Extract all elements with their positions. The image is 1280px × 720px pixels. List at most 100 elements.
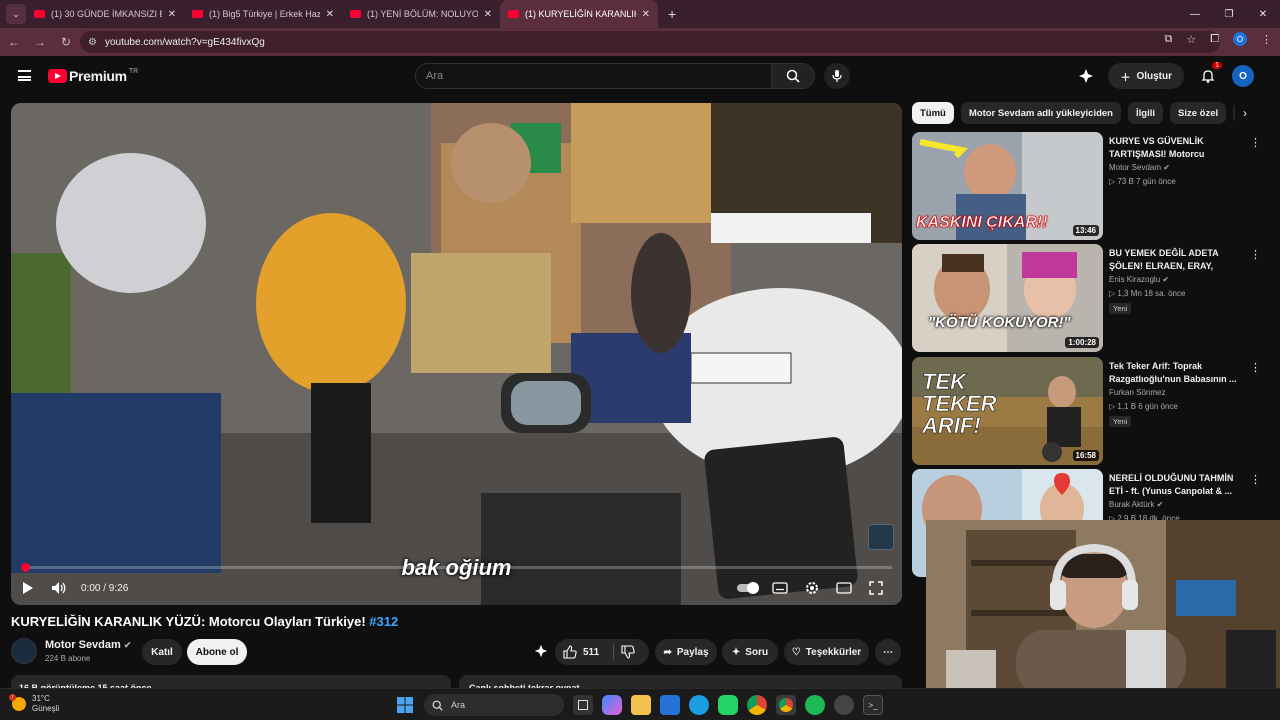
- spotify-icon[interactable]: [805, 695, 825, 715]
- voice-search-button[interactable]: [824, 63, 850, 89]
- site-info-icon[interactable]: ⚙: [88, 37, 97, 48]
- cast-icon[interactable]: ⧉: [1164, 33, 1172, 46]
- recommendation-channel[interactable]: Motor Sevdam ✔: [1109, 163, 1170, 172]
- scrubber-knob[interactable]: [21, 563, 30, 572]
- more-vertical-icon[interactable]: ⋮: [1250, 248, 1261, 261]
- video-hashtag[interactable]: #312: [369, 614, 398, 629]
- logo-country-code: TR: [128, 67, 139, 75]
- like-button[interactable]: 511: [563, 645, 599, 659]
- profile-avatar[interactable]: O: [1233, 32, 1247, 46]
- more-actions-button[interactable]: ⋯: [875, 639, 901, 665]
- recommendation-channel[interactable]: Burak Aktürk ✔: [1109, 500, 1163, 509]
- chrome-icon[interactable]: [747, 695, 767, 715]
- video-frame: [11, 103, 902, 605]
- volume-button[interactable]: [43, 573, 75, 603]
- tab-search-button[interactable]: ⌄: [6, 4, 26, 24]
- address-bar[interactable]: ⚙ youtube.com/watch?v=gE434fivxQg: [80, 31, 1220, 53]
- back-icon[interactable]: ←: [2, 35, 26, 49]
- bookmark-star-icon[interactable]: ☆: [1186, 33, 1196, 46]
- like-count: 511: [583, 646, 600, 658]
- youtube-premium-logo[interactable]: Premium TR: [48, 68, 138, 84]
- close-window-icon[interactable]: ✕: [1246, 0, 1280, 28]
- chrome-active-icon[interactable]: [776, 695, 796, 715]
- file-explorer-icon[interactable]: [631, 695, 651, 715]
- search-input[interactable]: Ara: [415, 63, 771, 89]
- channel-name[interactable]: Motor Sevdam ✔: [45, 639, 131, 651]
- share-button[interactable]: ➦ Paylaş: [655, 639, 717, 665]
- browser-menu-icon[interactable]: ⋮: [1261, 33, 1272, 46]
- store-icon[interactable]: [660, 695, 680, 715]
- close-tab-icon[interactable]: ✕: [168, 9, 176, 20]
- chips-next-arrow-icon[interactable]: ›: [1235, 102, 1255, 124]
- recommendation-channel[interactable]: Enis Kirazoglu ✔: [1109, 275, 1169, 284]
- dislike-button[interactable]: [621, 645, 635, 662]
- task-view-icon[interactable]: [573, 695, 593, 715]
- channel-avatar[interactable]: [11, 638, 37, 664]
- premium-sparkle-icon[interactable]: [534, 644, 548, 663]
- tab-title: (1) KURYELİĞİN KARANLIK YÜZÜ: [525, 9, 636, 19]
- notifications-button[interactable]: 1: [1198, 62, 1222, 86]
- record-app-icon[interactable]: [834, 695, 854, 715]
- premium-sparkle-icon[interactable]: [1078, 68, 1094, 84]
- windows-start-icon[interactable]: [395, 695, 415, 715]
- join-button[interactable]: Katıl: [142, 639, 182, 665]
- recommendation-channel[interactable]: Furkan Sönmez: [1109, 388, 1165, 397]
- close-tab-icon[interactable]: ✕: [484, 9, 492, 20]
- edge-icon[interactable]: [689, 695, 709, 715]
- thanks-label: Teşekkürler: [805, 646, 862, 658]
- recommendation-thumbnail[interactable]: "KÖTÜ KOKUYOR!" 1:00:28: [912, 244, 1103, 352]
- restore-icon[interactable]: ❐: [1212, 0, 1246, 28]
- recommendation-thumbnail[interactable]: TEK TEKER ARIF! 16:58: [912, 357, 1103, 465]
- recommendation-item[interactable]: TEK TEKER ARIF! 16:58 Tek Teker Arif: To…: [912, 357, 1262, 467]
- close-tab-icon[interactable]: ✕: [326, 9, 334, 20]
- search-button[interactable]: [771, 63, 815, 89]
- autoplay-toggle[interactable]: [732, 573, 764, 603]
- progress-bar[interactable]: [21, 563, 892, 572]
- create-label: Oluştur: [1136, 70, 1172, 82]
- hamburger-menu-icon[interactable]: [18, 70, 31, 81]
- channel-watermark[interactable]: [868, 524, 894, 550]
- theater-mode-button[interactable]: [828, 573, 860, 603]
- play-button[interactable]: [11, 573, 43, 603]
- recommendation-title[interactable]: KURYE VS GÜVENLİK TARTIŞMASI! Motorcu Ol…: [1109, 135, 1247, 161]
- recommendation-item[interactable]: KASKINI ÇIKAR!! 13:46 KURYE VS GÜVENLİK …: [912, 132, 1262, 242]
- reload-icon[interactable]: ↻: [54, 35, 78, 49]
- recommendation-title[interactable]: NERELİ OLDUĞUNU TAHMİN ETİ - ft. (Yunus …: [1109, 472, 1247, 498]
- ask-button[interactable]: ✦ Soru: [722, 639, 778, 665]
- browser-tab-1[interactable]: (1) 30 GÜNDE İMKANSIZI BAŞA ✕: [26, 0, 184, 28]
- more-vertical-icon[interactable]: ⋮: [1250, 473, 1261, 486]
- create-button[interactable]: ＋ Oluştur: [1108, 63, 1184, 89]
- more-vertical-icon[interactable]: ⋮: [1250, 136, 1261, 149]
- chip-for-you[interactable]: Size özel: [1170, 102, 1227, 124]
- weather-widget[interactable]: ! 31°C Güneşli: [9, 694, 59, 714]
- copilot-icon[interactable]: [602, 695, 622, 715]
- close-tab-icon[interactable]: ✕: [642, 9, 650, 20]
- forward-icon[interactable]: →: [28, 35, 52, 49]
- player-controls: 0:00 / 9:26: [11, 573, 902, 603]
- new-tab-icon[interactable]: +: [668, 6, 676, 22]
- subscribe-button[interactable]: Abone ol: [187, 639, 247, 665]
- settings-button[interactable]: [796, 573, 828, 603]
- recommendation-title[interactable]: BU YEMEK DEĞİL ADETA ŞÖLEN! ELRAEN, ERAY…: [1109, 247, 1247, 273]
- minimize-icon[interactable]: —: [1178, 0, 1212, 28]
- browser-tab-3[interactable]: (1) YENİ BÖLÜM: NOLUYO YA ✕: [342, 0, 500, 28]
- chip-from-uploader[interactable]: Motor Sevdam adlı yükleyiciden: [960, 102, 1121, 124]
- browser-tab-2[interactable]: (1) Big5 Türkiye | Erkek Hazırlık ✕: [184, 0, 342, 28]
- video-player[interactable]: bak oğium 0:00 / 9:26: [11, 103, 902, 605]
- more-vertical-icon[interactable]: ⋮: [1250, 361, 1261, 374]
- recommendation-item[interactable]: "KÖTÜ KOKUYOR!" 1:00:28 BU YEMEK DEĞİL A…: [912, 244, 1262, 354]
- subtitles-button[interactable]: [764, 573, 796, 603]
- chip-related[interactable]: İlgili: [1128, 102, 1163, 124]
- recommendation-title[interactable]: Tek Teker Arif: Toprak Razgatlıoğlu'nun …: [1109, 360, 1247, 386]
- duration-badge: 16:58: [1072, 450, 1099, 461]
- browser-tab-4-active[interactable]: (1) KURYELİĞİN KARANLIK YÜZÜ ✕: [500, 0, 658, 28]
- terminal-icon[interactable]: >_: [863, 695, 883, 715]
- thanks-button[interactable]: ♡ Teşekkürler: [784, 639, 869, 665]
- chip-all[interactable]: Tümü: [912, 102, 954, 124]
- account-avatar[interactable]: O: [1232, 65, 1254, 87]
- extensions-icon[interactable]: ⧠: [1210, 33, 1219, 46]
- recommendation-thumbnail[interactable]: KASKINI ÇIKAR!! 13:46: [912, 132, 1103, 240]
- whatsapp-icon[interactable]: [718, 695, 738, 715]
- taskbar-search[interactable]: Ara: [424, 694, 564, 716]
- fullscreen-button[interactable]: [860, 573, 892, 603]
